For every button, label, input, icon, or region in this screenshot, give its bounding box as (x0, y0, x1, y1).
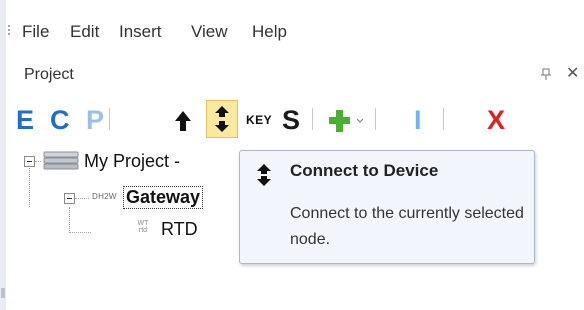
tooltip-title: Connect to Device (290, 161, 439, 180)
delete-x-icon: X (487, 105, 506, 135)
menu-edit[interactable]: Edit (70, 22, 99, 42)
tooltip-description: Connect to the currently selected node. (290, 205, 524, 248)
e-icon: E (16, 105, 35, 135)
key-icon: KEY (246, 113, 273, 127)
app-window: File Edit Insert View Help Project ✕ E C… (6, 0, 584, 310)
toolbar-s-button[interactable]: S (282, 102, 300, 138)
toolbar-add-dropdown[interactable] (355, 102, 367, 138)
c-icon: C (50, 105, 70, 135)
gateway-collapse-toggle[interactable] (64, 193, 75, 204)
connect-icon (215, 106, 229, 132)
pin-icon[interactable] (540, 68, 552, 80)
rtd-tag-top: WT (137, 220, 149, 227)
p-icon: P (86, 105, 105, 135)
tree-root-label[interactable]: My Project - (84, 151, 180, 172)
toolbar-separator (375, 108, 376, 130)
menu-view[interactable]: View (191, 22, 228, 42)
s-icon: S (282, 105, 301, 135)
tree-connector (75, 198, 89, 199)
toolbar-key-button[interactable]: KEY (246, 102, 272, 138)
tree-gateway-label[interactable]: Gateway (123, 186, 204, 209)
toolbar-separator (312, 108, 313, 130)
dropdown-chevron-icon (356, 118, 364, 123)
rtd-tag-bottom: rtd (138, 227, 148, 234)
menu-help[interactable]: Help (252, 22, 287, 42)
tree-connector (29, 163, 30, 207)
menu-bar: File Edit Insert View Help (6, 0, 584, 58)
toolbar-e-button[interactable]: E (16, 102, 34, 138)
toolbar-separator (109, 108, 110, 130)
toolbar-i-button[interactable]: I (414, 102, 422, 138)
rtd-tag-icon: WT rtd (136, 220, 150, 234)
panel-close-button[interactable]: ✕ (566, 63, 584, 83)
panel-title: Project (24, 66, 74, 83)
tree-rtd-label[interactable]: RTD (161, 219, 198, 240)
toolbar-p-button[interactable]: P (86, 102, 104, 138)
tree-connector (35, 161, 41, 162)
toolbar-separator (443, 108, 444, 130)
menu-insert[interactable]: Insert (119, 22, 162, 42)
toolbar-c-button[interactable]: C (50, 102, 70, 138)
i-icon: I (414, 105, 422, 135)
menu-grip-handle[interactable] (8, 25, 10, 37)
database-icon (43, 151, 79, 170)
gateway-tag-icon: DH2W (92, 192, 117, 201)
tooltip: Connect to Device Connect to the current… (239, 150, 535, 264)
toolbar-up-button[interactable] (172, 102, 198, 138)
edge-marker (1, 288, 5, 298)
toolbar-add-button[interactable] (326, 102, 354, 138)
connect-icon (257, 164, 271, 186)
tree-connector (69, 207, 70, 233)
toolbar-connect-button[interactable] (206, 100, 238, 138)
menu-file[interactable]: File (22, 22, 49, 42)
toolbar-delete-button[interactable]: X (487, 102, 505, 138)
root-collapse-toggle[interactable] (24, 156, 35, 167)
up-arrow-icon (175, 111, 191, 131)
add-icon (329, 110, 350, 132)
tree-connector (69, 232, 91, 233)
